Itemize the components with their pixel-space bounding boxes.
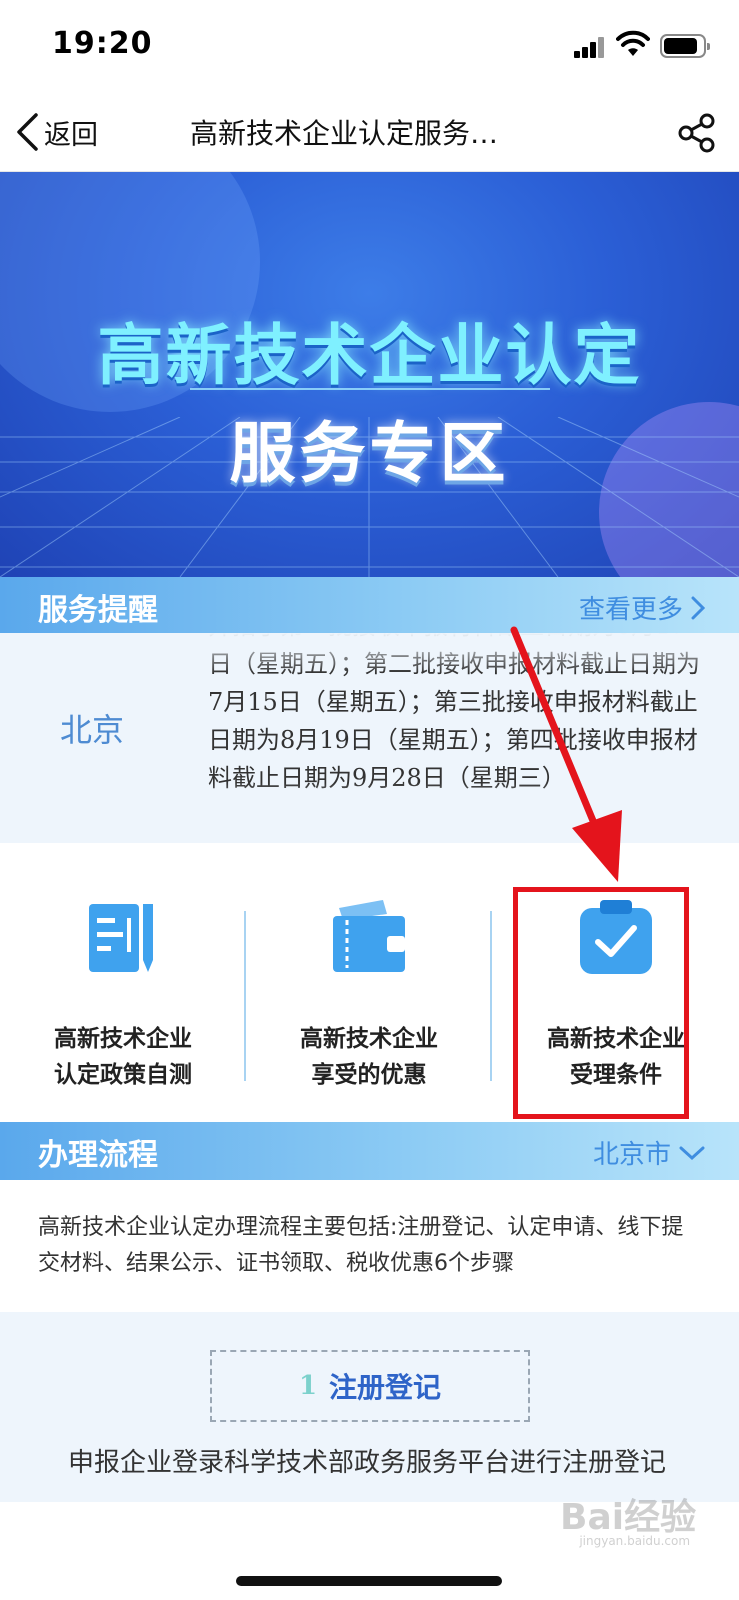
section-header-process: 办理流程 北京市 bbox=[0, 1122, 739, 1180]
share-icon[interactable] bbox=[676, 112, 718, 154]
process-step: 1 注册登记 申报企业登录科学技术部政务服务平台进行注册登记 bbox=[0, 1312, 739, 1502]
step-number: 1 bbox=[298, 1371, 318, 1401]
process-description-text: 高新技术企业认定办理流程主要包括:注册登记、认定申请、线下提交材料、结果公示、证… bbox=[38, 1215, 684, 1276]
divider bbox=[490, 911, 492, 1081]
section-title: 服务提醒 bbox=[38, 593, 158, 628]
city-select-value: 北京市 bbox=[592, 1140, 671, 1170]
quick-action-line2: 享受的优惠 bbox=[311, 1062, 427, 1088]
quick-action-line2: 认定政策自测 bbox=[54, 1062, 192, 1088]
step-name: 注册登记 bbox=[329, 1371, 442, 1404]
battery-icon bbox=[660, 34, 710, 58]
quick-action-label: 高新技术企业 认定政策自测 bbox=[0, 1021, 246, 1093]
back-button[interactable]: 返回 bbox=[14, 110, 98, 154]
chevron-down-icon bbox=[679, 1146, 705, 1160]
section-title: 办理流程 bbox=[38, 1138, 158, 1173]
watermark-logo: Bai经验 jingyan.baidu.com bbox=[560, 1488, 696, 1548]
quick-action-line1: 高新技术企业 bbox=[54, 1026, 192, 1052]
wallet-icon bbox=[333, 900, 405, 972]
reminder-city: 北京 bbox=[60, 711, 125, 749]
app-screen: 19:20 返回 高新技术企业认定服务… 高新技术企业认定 服务专区 服务提醒 … bbox=[0, 0, 739, 1600]
chevron-right-icon bbox=[691, 596, 705, 619]
process-description: 高新技术企业认定办理流程主要包括:注册登记、认定申请、线下提交材料、结果公示、证… bbox=[0, 1180, 739, 1312]
banner-title-line1: 高新技术企业认定 bbox=[97, 317, 642, 394]
home-indicator[interactable] bbox=[236, 1576, 502, 1586]
status-time: 19:20 bbox=[52, 26, 153, 61]
view-more-label: 查看更多 bbox=[578, 595, 683, 625]
watermark-url: jingyan.baidu.com bbox=[579, 1534, 691, 1548]
wifi-icon bbox=[616, 30, 650, 56]
quick-action-label: 高新技术企业 享受的优惠 bbox=[246, 1021, 492, 1093]
view-more-link[interactable]: 查看更多 bbox=[579, 589, 705, 626]
status-bar: 19:20 bbox=[0, 0, 739, 92]
notebook-pen-icon bbox=[89, 904, 153, 972]
quick-action-benefits[interactable]: 高新技术企业 享受的优惠 bbox=[246, 843, 492, 1123]
step-title-box[interactable]: 1 注册登记 bbox=[210, 1350, 530, 1422]
chevron-left-icon bbox=[17, 113, 38, 151]
banner-title-line2: 服务专区 bbox=[229, 415, 510, 492]
hero-banner: 高新技术企业认定 服务专区 bbox=[0, 172, 739, 577]
fade-bottom bbox=[208, 783, 728, 823]
watermark-brand: Bai经验 bbox=[560, 1497, 697, 1538]
section-header-reminder: 服务提醒 查看更多 bbox=[0, 577, 739, 635]
reminder-card[interactable]: 北京 并指了第一批接收申报材料截止日期为6月17日（星期五）；第二批接收申报材料… bbox=[0, 633, 739, 843]
city-select[interactable]: 北京市 bbox=[593, 1134, 705, 1171]
cellular-signal-icon bbox=[574, 36, 606, 58]
banner-divider bbox=[190, 388, 550, 390]
back-label: 返回 bbox=[44, 119, 98, 151]
page-title: 高新技术企业认定服务… bbox=[190, 117, 499, 150]
navigation-bar: 返回 高新技术企业认定服务… bbox=[0, 92, 739, 172]
fade-top bbox=[208, 633, 728, 673]
highlight-box bbox=[513, 887, 689, 1119]
quick-action-line1: 高新技术企业 bbox=[300, 1026, 438, 1052]
quick-action-policy-self-test[interactable]: 高新技术企业 认定政策自测 bbox=[0, 843, 246, 1123]
